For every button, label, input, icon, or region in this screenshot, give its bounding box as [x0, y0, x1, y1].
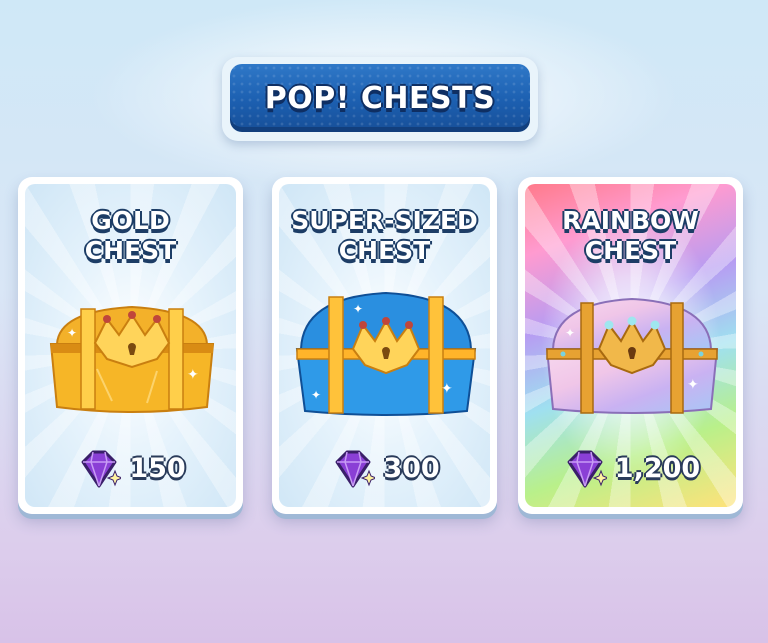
card-background: RAINBOW CHEST ✦ ✦ 1,200	[525, 184, 736, 507]
svg-text:✦: ✦	[187, 367, 199, 383]
purple-gem-icon	[81, 450, 122, 488]
price-value: 150	[129, 452, 186, 484]
blue-chest-icon: ✦ ✦ ✦	[295, 291, 477, 416]
chest-title-line-2: CHEST	[338, 236, 431, 265]
svg-text:✦: ✦	[311, 388, 321, 402]
purple-gem-icon	[567, 450, 607, 488]
chest-title: GOLD CHEST	[25, 206, 236, 266]
title-banner: POP! CHESTS	[222, 57, 538, 141]
svg-text:✦: ✦	[353, 302, 363, 316]
chest-title-line-1: RAINBOW	[562, 206, 699, 235]
svg-text:✦: ✦	[565, 326, 575, 340]
svg-text:✦: ✦	[67, 326, 77, 340]
chest-title-line-1: GOLD	[91, 206, 170, 235]
gold-chest-icon: ✦ ✦	[49, 305, 215, 413]
super-sized-chest-card[interactable]: SUPER-SIZED CHEST ✦ ✦ ✦ 300	[272, 177, 497, 514]
page-title: POP! CHESTS	[264, 80, 496, 116]
chest-title: SUPER-SIZED CHEST	[279, 206, 490, 266]
gold-chest-card[interactable]: GOLD CHEST ✦ ✦ 150	[18, 177, 243, 514]
chest-title-line-2: CHEST	[84, 236, 177, 265]
chest-title: RAINBOW CHEST	[525, 206, 736, 266]
card-background: GOLD CHEST ✦ ✦ 150	[25, 184, 236, 507]
price-value: 1,200	[614, 452, 701, 484]
card-background: SUPER-SIZED CHEST ✦ ✦ ✦ 300	[279, 184, 490, 507]
chest-price: 300	[279, 446, 490, 490]
price-value: 300	[383, 452, 440, 484]
rainbow-chest-icon: ✦ ✦	[545, 297, 719, 414]
chest-price: 1,200	[525, 446, 736, 490]
title-banner-inner: POP! CHESTS	[230, 64, 530, 132]
svg-text:✦: ✦	[441, 381, 453, 397]
svg-text:✦: ✦	[687, 377, 699, 393]
purple-gem-icon	[335, 450, 376, 488]
chest-price: 150	[25, 446, 236, 490]
chest-title-line-1: SUPER-SIZED	[291, 206, 478, 235]
chest-title-line-2: CHEST	[584, 236, 677, 265]
rainbow-chest-card[interactable]: RAINBOW CHEST ✦ ✦ 1,200	[518, 177, 743, 514]
